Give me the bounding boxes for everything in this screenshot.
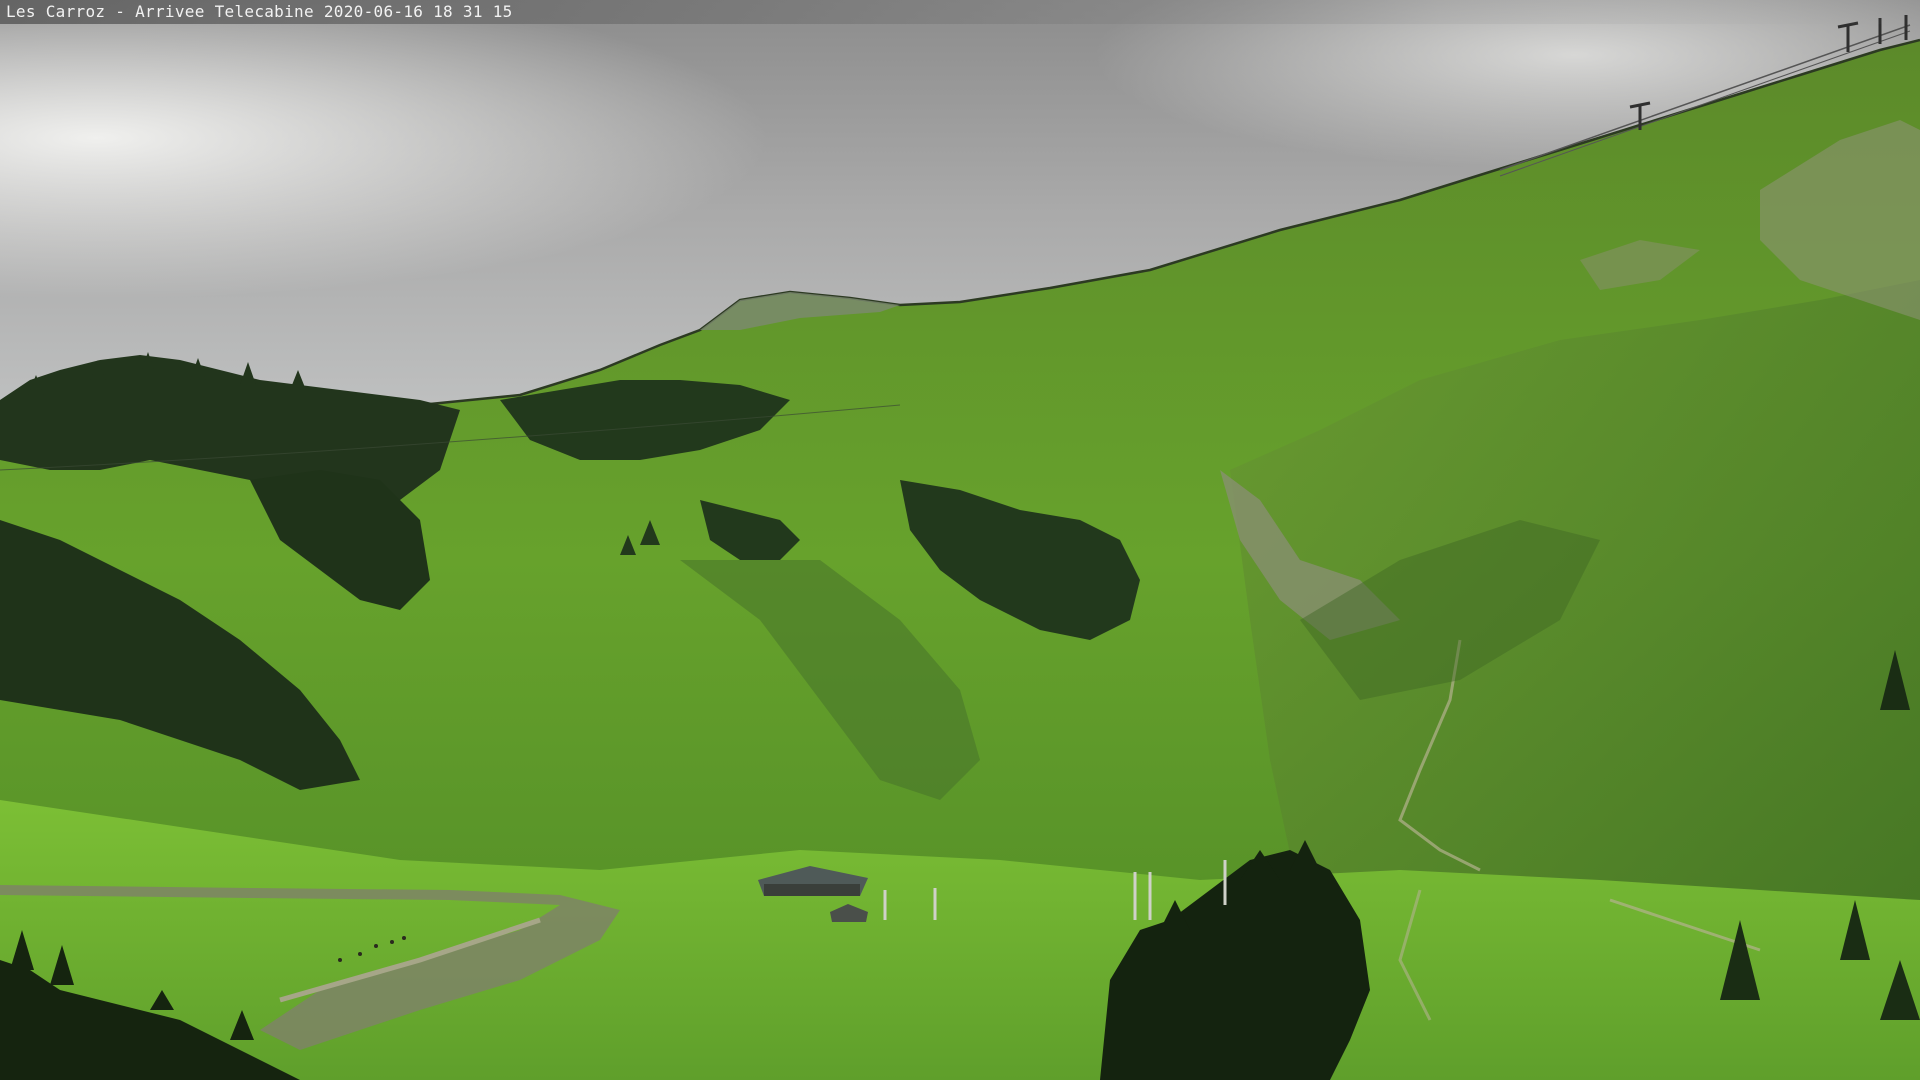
caption-date: 2020-06-16 [323,2,424,21]
caption-time: 18 31 15 [433,2,513,21]
caption-location: Les Carroz - Arrivee Telecabine [6,2,314,21]
webcam-image: Les Carroz - Arrivee Telecabine 2020-06-… [0,0,1920,1080]
caption-text: Les Carroz - Arrivee Telecabine 2020-06-… [6,2,513,22]
mountain-landscape [0,0,1920,1080]
caption-bar: Les Carroz - Arrivee Telecabine 2020-06-… [0,0,1920,24]
